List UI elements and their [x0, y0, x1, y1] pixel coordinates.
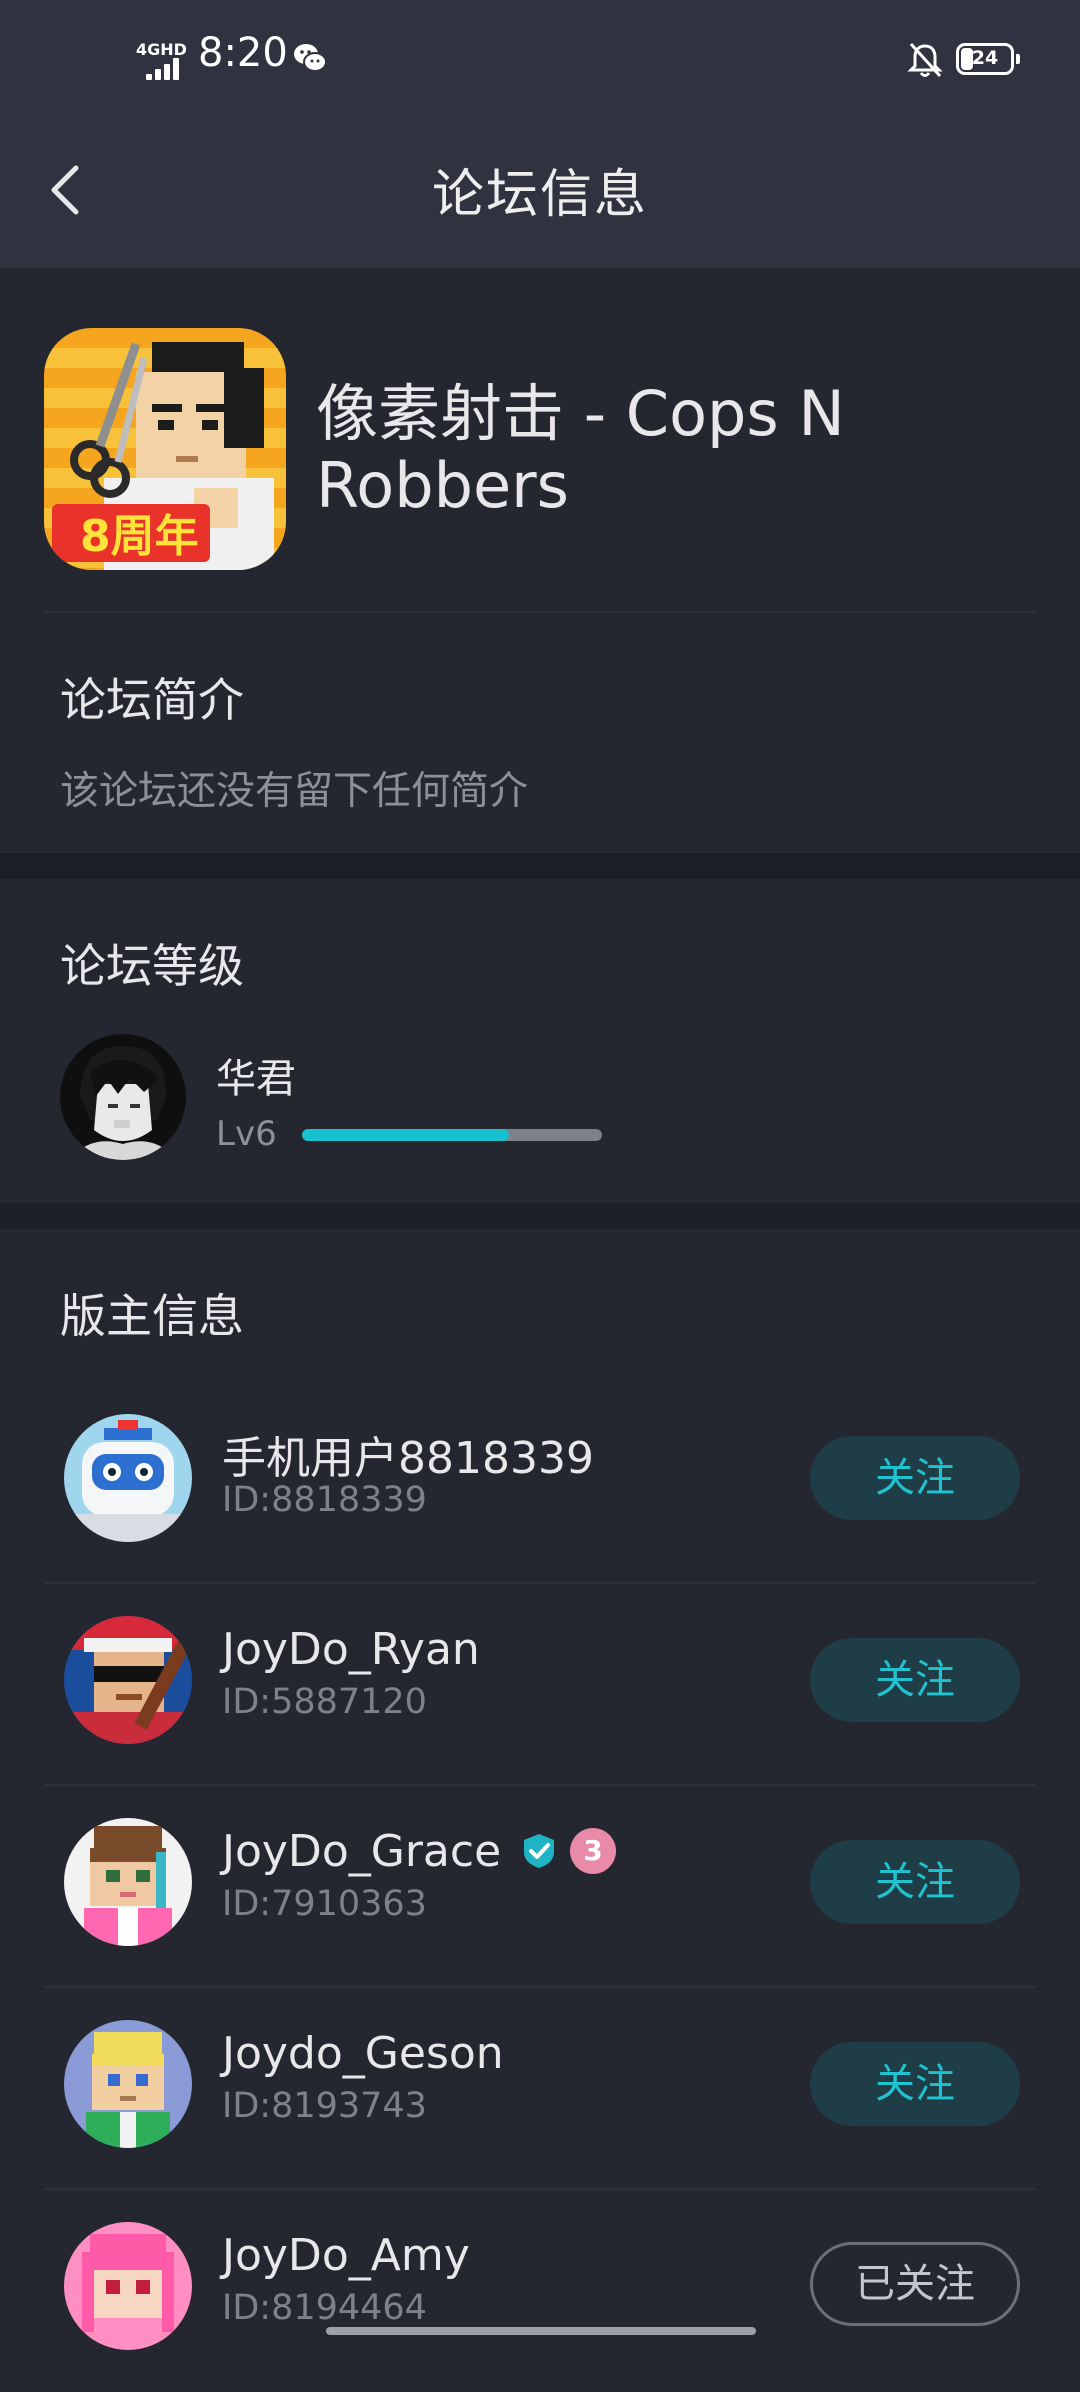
moderator-name: Joydo_Geson: [222, 2028, 504, 2079]
level-section-title: 论坛等级: [60, 939, 244, 993]
icon-anniversary-text: 8周年: [80, 511, 199, 562]
moderator-name: JoyDo_Grace: [222, 1826, 502, 1877]
forum-header: 8周年 像素射击 - Cops N Robbers: [0, 268, 1080, 612]
moderator-avatar[interactable]: [64, 2020, 192, 2148]
section-separator: [0, 853, 1080, 879]
moderator-id: ID:8193743: [222, 2086, 427, 2126]
follow-button[interactable]: 关注: [810, 1840, 1020, 1924]
moderator-avatar[interactable]: [64, 1414, 192, 1542]
clock: 8:20: [198, 30, 288, 76]
follow-button[interactable]: 关注: [810, 1638, 1020, 1722]
forum-name: 像素射击 - Cops N Robbers: [316, 377, 845, 522]
battery-level: 24: [971, 47, 999, 69]
wechat-icon: [294, 44, 327, 72]
moderators-section-title: 版主信息: [60, 1289, 244, 1343]
moderator-row[interactable]: JoyDo_Amy ID:8194464 已关注: [0, 2190, 1080, 2392]
moderator-row[interactable]: Joydo_Geson ID:8193743 关注: [0, 1988, 1080, 2190]
moderator-id: ID:8818339: [222, 1480, 427, 1520]
page-title: 论坛信息: [431, 165, 648, 225]
top-app-bar: 论坛信息: [0, 120, 1080, 268]
level-progress-bar: [302, 1129, 602, 1141]
user-avatar[interactable]: [60, 1034, 186, 1160]
level-progress-fill: [302, 1129, 509, 1141]
moderator-row[interactable]: JoyDo_Ryan ID:5887120 关注: [0, 1584, 1080, 1786]
moderator-name: JoyDo_Amy: [222, 2230, 470, 2281]
follow-button[interactable]: 关注: [810, 1436, 1020, 1520]
bell-muted-icon: [907, 42, 943, 78]
moderator-id: ID:8194464: [222, 2288, 427, 2328]
network-type: 4GHD: [136, 40, 187, 59]
moderator-name: 手机用户8818339: [222, 1433, 594, 1484]
moderator-avatar[interactable]: [64, 2222, 192, 2350]
section-separator: [0, 1203, 1080, 1229]
moderator-name: JoyDo_Ryan: [222, 1624, 480, 1675]
battery-icon: 24: [956, 43, 1020, 75]
follow-button[interactable]: 关注: [810, 2042, 1020, 2126]
cellular-signal-icon: 4GHD: [132, 38, 188, 82]
level-user-name: 华君: [216, 1056, 296, 1102]
intro-section-title: 论坛简介: [60, 673, 244, 727]
level-badge: 3: [570, 1828, 616, 1874]
status-bar: 4GHD 8:20 24: [0, 0, 1080, 120]
forum-game-icon: 8周年: [44, 328, 286, 570]
verified-shield-icon: [524, 1834, 554, 1868]
intro-text: 该论坛还没有留下任何简介: [60, 769, 529, 814]
home-indicator[interactable]: [326, 2327, 756, 2335]
moderator-id: ID:7910363: [222, 1884, 427, 1924]
moderator-id: ID:5887120: [222, 1682, 427, 1722]
divider: [44, 611, 1036, 613]
following-button[interactable]: 已关注: [810, 2242, 1020, 2326]
moderator-avatar[interactable]: [64, 1818, 192, 1946]
moderator-row[interactable]: JoyDo_Grace 3 ID:7910363 关注: [0, 1786, 1080, 1988]
moderator-row[interactable]: 手机用户8818339 ID:8818339 关注: [0, 1382, 1080, 1584]
level-label: Lv6: [216, 1114, 277, 1154]
moderator-avatar[interactable]: [64, 1616, 192, 1744]
